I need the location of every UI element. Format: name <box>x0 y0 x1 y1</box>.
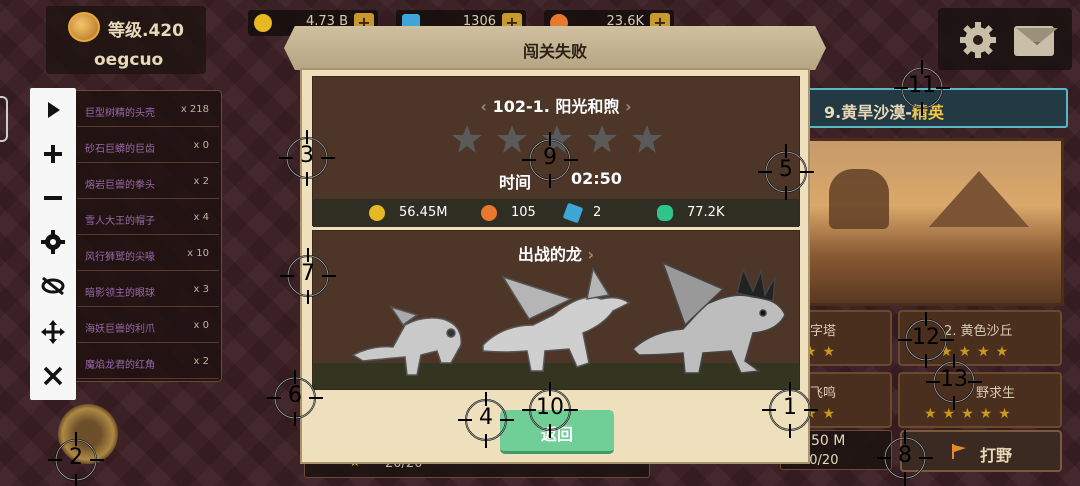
close-icon[interactable] <box>30 354 76 398</box>
player-profile[interactable]: 等级.420 oegcuo <box>46 6 206 74</box>
player-level: 等级.420 <box>108 21 184 41</box>
modal-title: 闯关失败 <box>522 42 587 61</box>
reward-gold: 56.45M <box>399 205 448 220</box>
dragon-2 <box>482 266 631 372</box>
marker-7: 7 <box>279 247 337 305</box>
marker-6: 6 <box>266 369 324 427</box>
marker-1: 1 <box>761 381 819 439</box>
zoom-in-icon[interactable] <box>30 132 76 176</box>
top-right-panel <box>938 8 1072 70</box>
marker-8: 8 <box>876 429 934 486</box>
marker-2: 2 <box>47 431 105 486</box>
list-item[interactable]: 巨型树精的头壳 x 218 <box>77 93 219 127</box>
chevron-left-icon: ‹ <box>480 97 493 116</box>
flag-icon <box>952 444 966 459</box>
marker-5: 5 <box>757 143 815 201</box>
sphinx <box>829 169 889 229</box>
marker-9: 9 <box>521 131 579 189</box>
list-item[interactable]: 熔岩巨兽的拳头 x 2 <box>77 165 219 199</box>
reward-green-crystal: 77.2K <box>687 205 725 220</box>
gear-icon[interactable] <box>958 20 998 60</box>
reward-fire-orb: 105 <box>511 205 536 220</box>
quest-list: 巨型树精的头壳 x 218 砂石巨蟒的巨齿 x 0 熔岩巨兽的拳头 x 2 雪人大王的… <box>72 90 222 382</box>
settings-icon[interactable] <box>30 220 76 264</box>
floating-toolbar <box>30 88 76 400</box>
dragon-1 <box>351 305 462 376</box>
zoom-out-icon[interactable] <box>30 176 76 220</box>
gem-icon <box>562 202 584 224</box>
gold-coin-icon <box>254 14 272 32</box>
dragon-3 <box>631 261 786 374</box>
edge-handle[interactable] <box>0 96 8 142</box>
reward-bar: 56.45M 105 2 77.2K <box>313 199 799 227</box>
stage-name: ‹ 102-1. 阳光和煦 › <box>480 97 632 116</box>
list-item[interactable]: 砂石巨蟒的巨齿 x 0 <box>77 129 219 163</box>
marker-11: 11 <box>893 59 951 117</box>
list-item[interactable]: 魔焰龙君的红角 x 2 <box>77 345 219 379</box>
dragons-card: 出战的龙 › <box>312 230 800 390</box>
hunt-button-label: 打野 <box>980 446 1013 465</box>
dragon-team <box>351 261 786 376</box>
move-icon[interactable] <box>30 310 76 354</box>
time-value: 02:50 <box>571 169 622 188</box>
stage-image <box>806 138 1064 306</box>
gold-coin-icon <box>369 205 385 221</box>
marker-10: 10 <box>521 381 579 439</box>
player-username: oegcuo <box>94 50 164 70</box>
list-item[interactable]: 海妖巨兽的利爪 x 0 <box>77 309 219 343</box>
green-crystal-icon <box>657 205 673 221</box>
hide-icon[interactable] <box>30 264 76 308</box>
pyramid <box>929 171 1029 227</box>
list-item[interactable]: 雪人大王的帽子 x 4 <box>77 201 219 235</box>
list-item[interactable]: 风行狮鹫的尖喙 x 10 <box>77 237 219 271</box>
fire-orb-icon <box>481 205 497 221</box>
modal-title-banner: 闯关失败 <box>284 26 826 70</box>
marker-4: 4 <box>457 391 515 449</box>
marker-13: 13 <box>925 353 983 411</box>
play-icon[interactable] <box>30 88 76 132</box>
list-item[interactable]: 暗影领主的眼球 x 3 <box>77 273 219 307</box>
reward-gem: 2 <box>593 205 602 220</box>
avatar[interactable] <box>68 12 100 42</box>
marker-3: 3 <box>278 129 336 187</box>
mail-icon[interactable] <box>1014 26 1054 56</box>
chevron-right-icon: › <box>619 97 632 116</box>
